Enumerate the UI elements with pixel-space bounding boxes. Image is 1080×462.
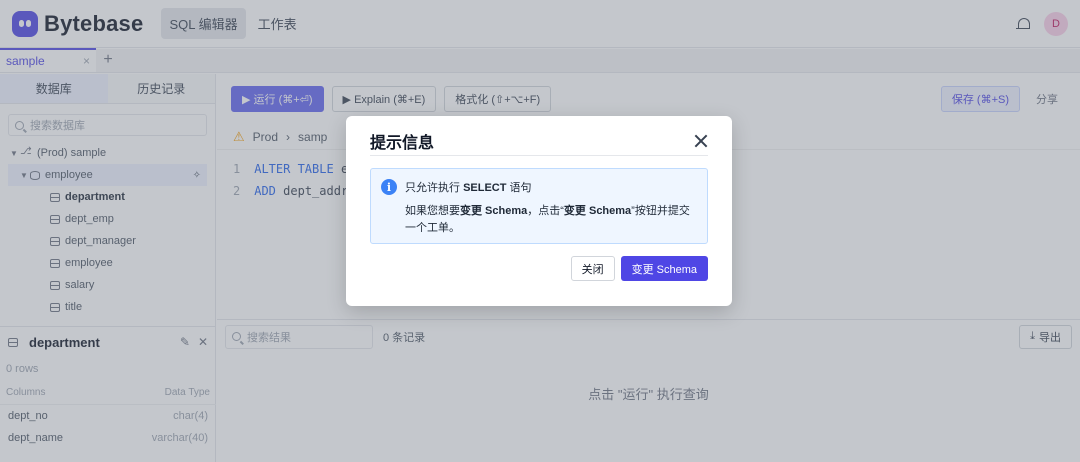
- info-text: 只允许执行 SELECT 语句: [405, 179, 532, 195]
- dialog-title: 提示信息: [370, 134, 435, 152]
- info-dialog: 提示信息 i 只允许执行 SELECT 语句 如果您想要变更 Schema，点击…: [346, 116, 732, 306]
- dialog-header: 提示信息: [370, 126, 708, 156]
- info-description: 如果您想要变更 Schema，点击“变更 Schema”按钮并提交一个工单。: [381, 203, 697, 237]
- close-icon[interactable]: [694, 134, 708, 148]
- desc-bold: 变更 Schema: [563, 205, 632, 217]
- info-text-post: 语句: [506, 182, 532, 194]
- dialog-footer: 关闭 变更 Schema: [570, 256, 708, 281]
- desc-part: ，点击“: [527, 205, 564, 217]
- info-text-pre: 只允许执行: [405, 182, 464, 194]
- info-text-bold: SELECT: [463, 182, 507, 194]
- desc-part: 如果您想要: [405, 205, 460, 217]
- info-message: i 只允许执行 SELECT 语句: [381, 179, 697, 195]
- desc-bold: 变更 Schema: [460, 205, 528, 217]
- alter-schema-button[interactable]: 变更 Schema: [620, 256, 708, 281]
- info-icon: i: [381, 179, 397, 195]
- info-alert: i 只允许执行 SELECT 语句 如果您想要变更 Schema，点击“变更 S…: [370, 168, 708, 244]
- sql-editor-app: Bytebase SQL 编辑器 工作表 D sample × + 数据库 历史…: [0, 0, 1080, 462]
- close-button[interactable]: 关闭: [570, 256, 615, 281]
